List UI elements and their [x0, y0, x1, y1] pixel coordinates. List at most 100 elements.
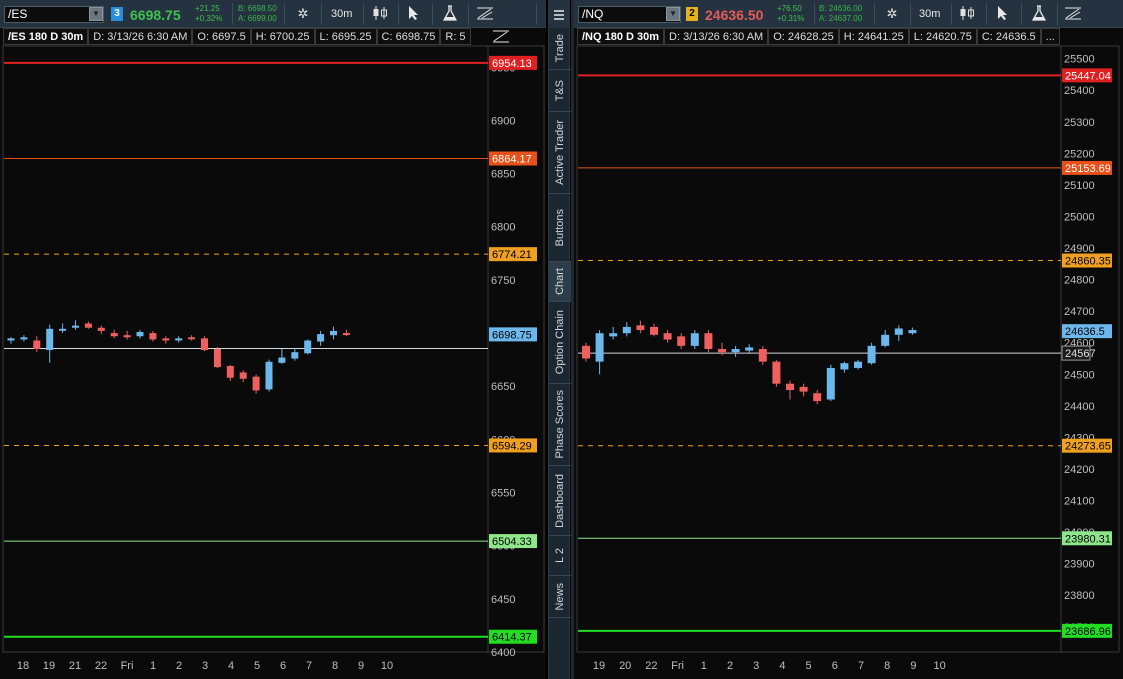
side-tab-active-trader[interactable]: Active Trader [549, 112, 571, 194]
price-level-label: 24860.35 [1065, 256, 1111, 268]
y-tick-label: 6450 [491, 594, 515, 606]
last-price-label: 6698.75 [492, 329, 532, 341]
x-tick-label: 7 [858, 660, 864, 672]
candle-body [758, 349, 767, 362]
x-tick-label: 19 [593, 660, 605, 672]
side-tab-l-2[interactable]: L 2 [549, 536, 571, 576]
candle-body [213, 349, 221, 368]
price-level-label: 24273.65 [1065, 441, 1111, 453]
x-tick-label: 19 [43, 660, 55, 672]
x-tick-label: 20 [619, 660, 631, 672]
price-level-label: 6864.17 [492, 154, 532, 166]
y-tick-label: 6850 [491, 169, 515, 181]
candle-body [317, 334, 325, 342]
x-tick-label: 6 [832, 660, 838, 672]
price-level-label: 6414.37 [492, 632, 532, 644]
price-level-label: 6774.21 [492, 249, 532, 261]
y-tick-label: 25500 [1064, 54, 1095, 66]
side-tab-dashboard[interactable]: Dashboard [549, 466, 571, 536]
x-tick-label: 4 [779, 660, 785, 672]
reference-label: 24567 [1065, 348, 1096, 360]
x-tick-label: 3 [753, 660, 759, 672]
candle-body [59, 328, 67, 331]
y-tick-label: 6800 [491, 222, 515, 234]
side-tab-label: Phase Scores [554, 390, 566, 459]
last-price-label: 24636.5 [1065, 326, 1105, 338]
candle-body [595, 333, 604, 362]
price-level-label: 25153.69 [1065, 163, 1111, 175]
price-level-label: 23980.31 [1065, 533, 1111, 545]
side-tab-trade[interactable]: Trade [549, 28, 571, 70]
side-tab-t-s[interactable]: T&S [549, 70, 571, 112]
x-tick-label: 22 [95, 660, 107, 672]
y-tick-label: 25200 [1064, 148, 1095, 160]
candle-body [690, 333, 699, 346]
y-tick-label: 25300 [1064, 117, 1095, 129]
y-tick-label: 6750 [491, 275, 515, 287]
candle-body [149, 333, 157, 340]
candle-body [677, 336, 686, 346]
x-tick-label: 2 [176, 660, 182, 672]
price-level-label: 23686.96 [1065, 626, 1111, 638]
candle-body [650, 326, 658, 335]
price-axis [487, 45, 545, 653]
price-level-label: 6594.29 [492, 440, 532, 452]
x-tick-label: 4 [228, 660, 234, 672]
candle-body [304, 340, 312, 354]
candle-body [826, 367, 835, 400]
candle-body [622, 326, 631, 334]
x-tick-label: 5 [254, 660, 260, 672]
price-level-label: 6954.13 [492, 58, 532, 70]
x-tick-label: 21 [69, 660, 81, 672]
y-tick-label: 25100 [1064, 180, 1095, 192]
side-tab-label: Dashboard [554, 473, 566, 528]
x-tick-label: Fri [121, 660, 134, 672]
left-price-chart[interactable]: 6950690068506800675067006650660065506500… [0, 0, 546, 679]
y-tick-label: 23800 [1064, 590, 1095, 602]
candle-body [136, 331, 144, 337]
side-tab-label: Active Trader [554, 120, 566, 185]
candle-body [908, 330, 917, 334]
side-tab-option-chain[interactable]: Option Chain [549, 302, 571, 384]
y-tick-label: 24800 [1064, 275, 1095, 287]
x-tick-label: 1 [701, 660, 707, 672]
side-tab-news[interactable]: News [549, 576, 571, 618]
x-tick-label: 7 [306, 660, 312, 672]
x-tick-label: 18 [17, 660, 29, 672]
candle-body [20, 337, 28, 340]
candle-body [72, 325, 79, 328]
y-tick-label: 24400 [1064, 401, 1095, 413]
candle-body [226, 366, 234, 378]
y-tick-label: 24100 [1064, 496, 1095, 508]
plot-area [2, 45, 489, 653]
y-tick-label: 6650 [491, 381, 515, 393]
candle-body [894, 328, 903, 335]
candle-body [881, 334, 890, 346]
x-tick-label: 9 [358, 660, 364, 672]
right-price-chart[interactable]: 25500 25400 25300 25200 25100 25000 24900 24800… [574, 0, 1123, 679]
candle-body [201, 338, 208, 351]
side-tab-label: Option Chain [554, 310, 566, 375]
candle-body [718, 349, 726, 353]
candle-body [7, 338, 15, 341]
candle-body [731, 349, 740, 353]
side-tab-phase-scores[interactable]: Phase Scores [549, 384, 571, 466]
x-tick-label: 6 [280, 660, 286, 672]
menu-icon[interactable] [548, 0, 570, 28]
candle-body [33, 340, 41, 349]
side-tab-buttons[interactable]: Buttons [549, 194, 571, 262]
y-tick-label: 6400 [491, 647, 515, 659]
x-tick-label: 8 [332, 660, 338, 672]
side-tab-bar: Trade T&S Active Trader Buttons Chart Option … [548, 28, 571, 679]
left-chart-pane: /ES ▼ 3 6698.75 +21.25 +0.32% B: 6698.50 A… [0, 0, 546, 679]
x-tick-label: 3 [202, 660, 208, 672]
x-tick-label: 2 [727, 660, 733, 672]
side-tab-chart[interactable]: Chart [549, 262, 571, 302]
x-tick-label: Fri [671, 660, 684, 672]
candle-body [745, 347, 754, 351]
right-chart-pane: /NQ ▼ 2 24636.50 +76.50 +0.31% B: 24636.0… [574, 0, 1123, 679]
price-level-label: 6504.33 [492, 536, 532, 548]
y-tick-label: 24200 [1064, 464, 1095, 476]
candle-body [188, 337, 196, 340]
y-tick-label: 6550 [491, 488, 515, 500]
